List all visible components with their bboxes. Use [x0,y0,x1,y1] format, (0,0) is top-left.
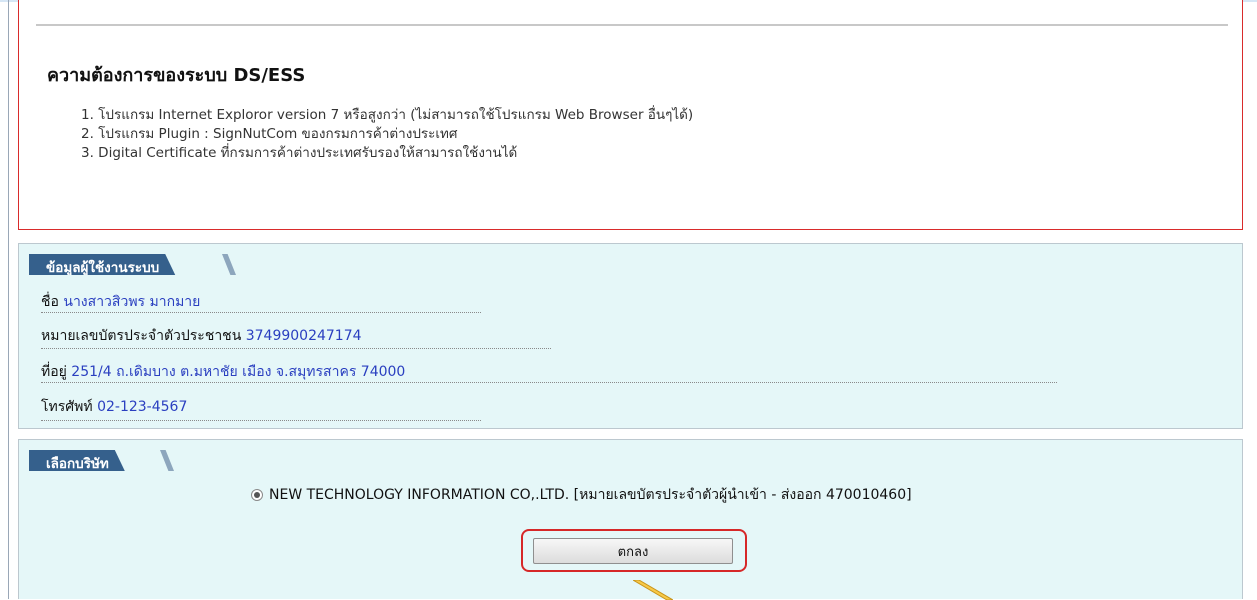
company-select-tab: เลือกบริษัท [29,450,143,471]
tab-corner-decoration [222,254,236,275]
pointer-arrow-icon [633,580,673,600]
company-option[interactable]: NEW TECHNOLOGY INFORMATION CO,.LTD. [หมา… [251,484,912,506]
user-info-tab: ข้อมูลผู้ใช้งานระบบ [29,254,193,275]
requirement-item: 1. โปรแกรม Internet Exploror version 7 ห… [81,107,694,123]
user-info-panel: ข้อมูลผู้ใช้งานระบบ ชื่อ นางสาวสิวพร มาก… [18,243,1243,429]
company-radio-button[interactable] [251,489,263,501]
requirements-list: 1. โปรแกรม Internet Exploror version 7 ห… [81,106,693,163]
dotted-underline [41,420,481,421]
divider [36,24,1228,26]
name-row: ชื่อ นางสาวสิวพร มากมาย [41,291,200,313]
dotted-underline [41,348,551,349]
company-select-panel: เลือกบริษัท NEW TECHNOLOGY INFORMATION C… [18,439,1243,600]
requirement-item: 2. โปรแกรม Plugin : SignNutCom ของกรมการ… [81,126,458,142]
address-value: 251/4 ถ.เดิมบาง ต.มหาชัย เมือง จ.สมุทรสา… [71,364,406,380]
phone-row: โทรศัพท์ 02-123-4567 [41,396,187,418]
dotted-underline [41,382,1057,383]
name-label: ชื่อ [41,294,59,310]
name-value: นางสาวสิวพร มากมาย [63,294,201,310]
id-label: หมายเลขบัตรประจำตัวประชาชน [41,328,242,344]
id-row: หมายเลขบัตรประจำตัวประชาชน 3749900247174 [41,325,362,347]
requirement-item: 3. Digital Certificate ที่กรมการค้าต่างป… [81,145,518,161]
tab-corner-decoration [160,450,174,471]
phone-value: 02-123-4567 [97,399,188,415]
address-label: ที่อยู่ [41,364,67,380]
dotted-underline [41,312,481,313]
requirements-panel: ความต้องการของระบบ DS/ESS 1. โปรแกรม Int… [18,0,1243,230]
id-value: 3749900247174 [245,328,362,344]
company-option-label: NEW TECHNOLOGY INFORMATION CO,.LTD. [หมา… [269,487,912,503]
phone-label: โทรศัพท์ [41,399,93,415]
ok-button[interactable]: ตกลง [533,538,733,564]
address-row: ที่อยู่ 251/4 ถ.เดิมบาง ต.มหาชัย เมือง จ… [41,361,405,383]
left-frame-border [8,0,9,599]
requirements-title: ความต้องการของระบบ DS/ESS [47,65,306,86]
